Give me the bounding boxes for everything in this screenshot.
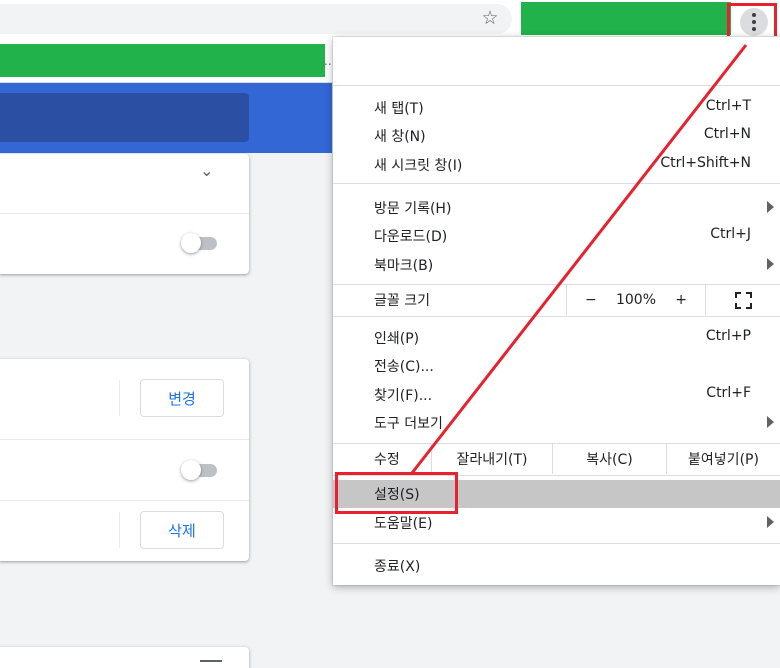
extension-area [521,2,731,35]
menu-item-shortcut: Ctrl+N [703,126,751,142]
address-bar[interactable] [0,4,512,34]
toggle-thumb [181,233,201,253]
cut-button[interactable]: 잘라내기(T) [431,444,552,474]
menu-item-label: 종료(X) [374,559,421,575]
delete-button[interactable]: 삭제 [140,511,224,549]
menu-separator [333,85,780,86]
overflow-indicator: .. [324,54,332,68]
menu-item-shortcut: Ctrl+T [705,98,751,114]
menu-item-label: 전송(C)... [374,359,434,375]
star-icon[interactable]: ☆ [478,6,502,30]
menu-item-shortcut: Ctrl+J [710,226,751,242]
chevron-down-icon[interactable]: ⌄ [200,161,213,180]
copy-button[interactable]: 복사(C) [552,444,666,474]
toggle-thumb [181,460,201,480]
settings-card [0,647,249,668]
menu-item-print[interactable]: 인쇄(P) Ctrl+P [333,324,780,352]
menu-item-shortcut: Ctrl+Shift+N [660,155,751,171]
submenu-arrow-icon [767,201,774,213]
paste-button[interactable]: 붙여넣기(P) [666,444,780,474]
toggle-switch[interactable] [181,460,219,480]
row-divider [0,439,249,440]
menu-item-downloads[interactable]: 다운로드(D) Ctrl+J [333,222,780,250]
menu-separator [333,183,780,184]
edit-row: 수정 잘라내기(T) 복사(C) 붙여넣기(P) [333,444,780,474]
change-button[interactable]: 변경 [140,379,224,417]
submenu-arrow-icon [767,416,774,428]
menu-item-label: 방문 기록(H) [374,201,452,217]
zoom-label: 글꼴 크기 [374,293,430,309]
menu-item-label: 새 탭(T) [374,101,424,117]
zoom-in-button[interactable]: + [675,292,687,308]
fullscreen-button[interactable] [706,285,780,315]
menu-icon[interactable] [200,660,222,663]
menu-item-label: 북마크(B) [374,258,434,274]
menu-item-bookmarks[interactable]: 북마크(B) [333,251,780,279]
menu-item-label: 새 창(N) [374,129,426,145]
edit-label: 수정 [374,452,400,468]
submenu-arrow-icon [767,258,774,270]
menu-item-new-window[interactable]: 새 창(N) Ctrl+N [333,122,780,150]
menu-item-cast[interactable]: 전송(C)... [333,352,780,380]
bookmark-strip [0,44,325,77]
row-divider [0,500,249,501]
vertical-separator [119,380,120,416]
browser-toolbar: ☆ [0,0,780,36]
menu-item-label: 찾기(F)... [374,388,433,404]
menu-item-history[interactable]: 방문 기록(H) [333,194,780,222]
menu-item-new-tab[interactable]: 새 탭(T) Ctrl+T [333,94,780,122]
toggle-switch[interactable] [181,233,219,253]
menu-item-label: 도움말(E) [374,516,433,532]
zoom-controls: − 100% + [566,285,706,315]
zoom-row: 글꼴 크기 − 100% + [333,285,780,315]
menu-item-label: 인쇄(P) [374,331,420,347]
menu-item-shortcut: Ctrl+P [705,328,751,344]
submenu-arrow-icon [767,516,774,528]
zoom-out-button[interactable]: − [585,292,597,308]
menu-item-label: 도구 더보기 [374,416,443,432]
settings-search-box[interactable] [0,93,249,142]
row-divider [0,213,249,214]
menu-item-exit[interactable]: 종료(X) [333,552,780,580]
menu-separator [333,316,780,317]
menu-item-label: 다운로드(D) [374,229,448,245]
menu-item-find[interactable]: 찾기(F)... Ctrl+F [333,381,780,409]
menu-separator [333,543,780,544]
menu-item-new-incognito-window[interactable]: 새 시크릿 창(I) Ctrl+Shift+N [333,151,780,179]
menu-item-label: 새 시크릿 창(I) [374,158,463,174]
vertical-separator [119,512,120,548]
menu-item-shortcut: Ctrl+F [706,385,751,401]
fullscreen-icon [734,291,752,309]
menu-item-more-tools[interactable]: 도구 더보기 [333,409,780,437]
settings-highlight-box [335,472,458,514]
zoom-level: 100% [615,292,657,308]
